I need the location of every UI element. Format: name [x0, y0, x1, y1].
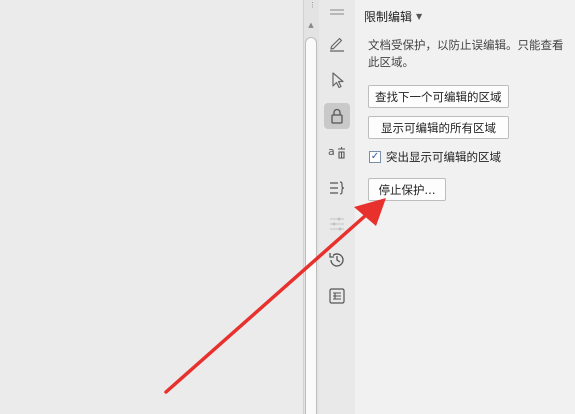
svg-text:a: a: [328, 145, 335, 158]
highlight-editable-option[interactable]: ✓ 突出显示可编辑的区域: [369, 149, 501, 165]
pen-icon[interactable]: [319, 31, 355, 57]
translate-icon[interactable]: a: [319, 139, 355, 165]
lock-icon[interactable]: [319, 103, 355, 129]
panel-title-label: 限制编辑: [364, 10, 413, 24]
highlight-checkbox-label[interactable]: 突出显示可编辑的区域: [386, 149, 501, 165]
collapse-icon[interactable]: [319, 1, 355, 23]
history-icon[interactable]: [319, 247, 355, 273]
adjust-icon[interactable]: [319, 211, 355, 237]
outline-icon[interactable]: [319, 175, 355, 201]
side-icon-rail: a: [319, 0, 355, 414]
document-area: [0, 0, 304, 414]
chevron-down-icon[interactable]: ▼: [416, 12, 422, 21]
protection-description: 文档受保护，以防止误编辑。只能查看此区域。: [368, 38, 564, 69]
pointer-icon[interactable]: [319, 67, 355, 93]
find-next-editable-button[interactable]: 查找下一个可编辑的区域: [368, 85, 509, 108]
stop-protection-button[interactable]: 停止保护...: [368, 178, 446, 201]
scroll-up-icon[interactable]: ▲: [306, 20, 316, 30]
panel-title[interactable]: 限制编辑 ▼: [364, 8, 422, 25]
backup-icon[interactable]: [319, 283, 355, 309]
show-all-editable-button[interactable]: 显示可编辑的所有区域: [368, 116, 509, 139]
scrollbar-grip-icon[interactable]: ⋮: [309, 2, 316, 13]
highlight-checkbox[interactable]: ✓: [369, 151, 381, 163]
restrict-editing-panel: 限制编辑 ▼ 文档受保护，以防止误编辑。只能查看此区域。 查找下一个可编辑的区域…: [355, 0, 575, 414]
scrollbar-thumb[interactable]: [305, 37, 317, 414]
